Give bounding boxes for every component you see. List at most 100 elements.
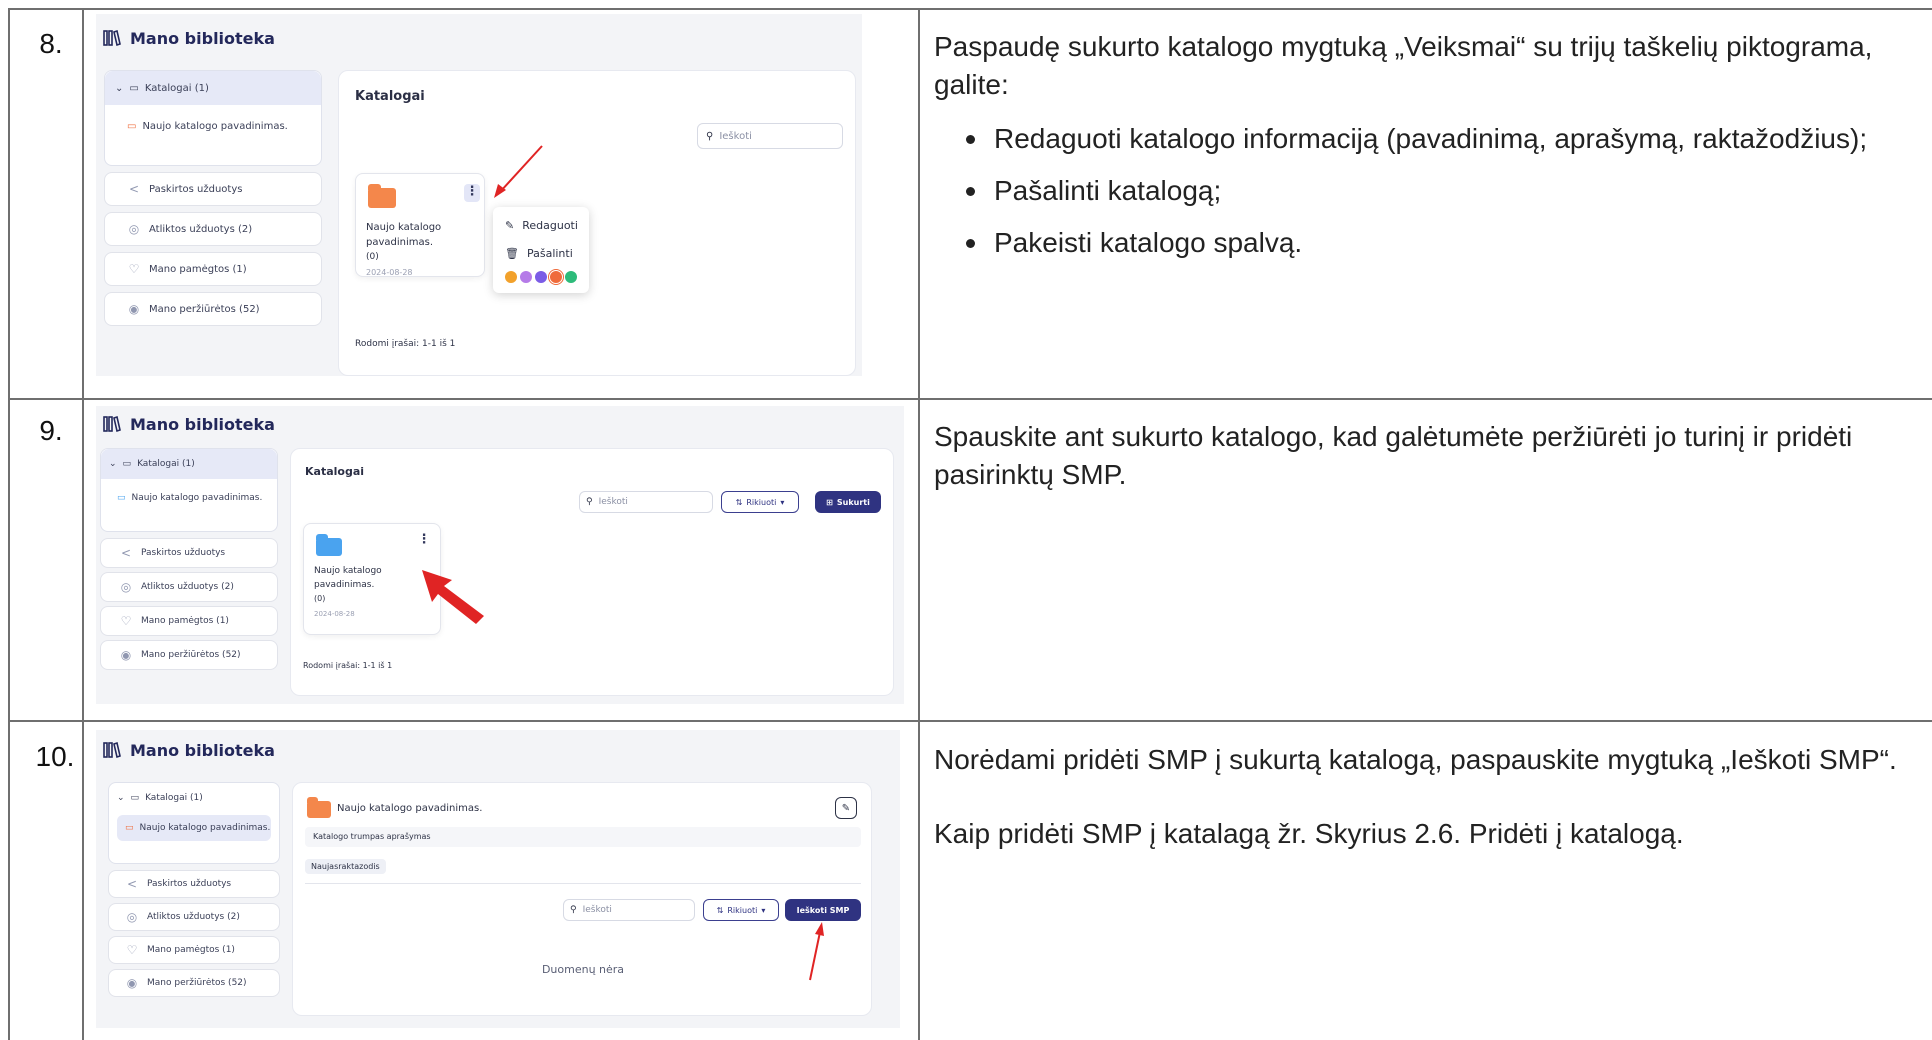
edit-button[interactable]: ✎ xyxy=(835,797,857,819)
share-icon: < xyxy=(120,546,132,560)
catalog-item-label: Naujo katalogo pavadinimas. xyxy=(142,121,288,132)
table-border-top xyxy=(8,8,1932,10)
heart-icon: ♡ xyxy=(128,262,140,276)
catalogs-group[interactable]: ⌄ ▭ Katalogai (1) ▭ Naujo katalogo pavad… xyxy=(108,782,280,864)
color-swatch[interactable] xyxy=(535,271,547,283)
divider xyxy=(305,883,861,884)
search-smp-button[interactable]: Ieškoti SMP xyxy=(785,899,861,921)
catalogs-header[interactable]: ⌄ ▭ Katalogai (1) xyxy=(109,783,279,803)
trash-icon: 🗑 xyxy=(505,247,519,260)
sort-button[interactable]: ⇅ Rikiuoti ▾ xyxy=(703,899,779,921)
sidebar-item-liked[interactable]: ♡ Mano pamėgtos (1) xyxy=(108,936,280,964)
library-header: Mano biblioteka xyxy=(102,28,275,48)
row-number: 10. xyxy=(35,741,75,772)
create-button[interactable]: ⊞ Sukurti xyxy=(815,491,881,513)
sidebar-item-viewed[interactable]: ◉ Mano peržiūrėtos (52) xyxy=(104,292,322,326)
list-item: Pašalinti katalogą; xyxy=(934,172,1924,210)
card-title: Naujo katalogo pavadinimas. xyxy=(314,564,382,592)
catalogs-label: Katalogai (1) xyxy=(145,793,203,803)
catalogs-group[interactable]: ⌄ ▭ Katalogai (1) ▭ Naujo katalogo pavad… xyxy=(100,448,278,532)
catalog-item[interactable]: ▭ Naujo katalogo pavadinimas. xyxy=(101,479,277,503)
instruction-table: 8. 9. 10. Paspaudę sukurto katalogo mygt… xyxy=(0,0,1932,1040)
pointer-arrow xyxy=(809,922,824,981)
sidebar-item-viewed[interactable]: ◉ Mano peržiūrėtos (52) xyxy=(100,640,278,670)
color-swatch[interactable] xyxy=(565,271,577,283)
card-title-line: pavadinimas. xyxy=(314,580,375,590)
sort-label: Rikiuoti xyxy=(746,497,777,507)
chevron-down-icon: ⌄ xyxy=(115,82,124,94)
library-header: Mano biblioteka xyxy=(102,740,275,760)
description-intro: Norėdami pridėti SMP į sukurtą katalogą,… xyxy=(934,744,1897,775)
search-input[interactable]: ⚲ Ieškoti xyxy=(579,491,713,513)
actions-menu: ✎ Redaguoti 🗑 Pašalinti xyxy=(493,207,589,293)
search-input[interactable]: ⚲ Ieškoti xyxy=(697,123,843,149)
search-input[interactable]: ⚲ Ieškoti xyxy=(563,899,695,921)
check-circle-icon: ◎ xyxy=(120,580,132,594)
menu-item-label: Pašalinti xyxy=(526,247,573,260)
card-date: 2024-08-28 xyxy=(366,268,413,277)
sort-icon: ⇅ xyxy=(735,497,743,507)
catalogs-header[interactable]: ⌄ ▭ Katalogai (1) xyxy=(101,449,277,479)
sidebar-item-label: Mano peržiūrėtos (52) xyxy=(141,650,241,660)
screenshot-catalog-list: Mano biblioteka ⌄ ▭ Katalogai (1) ▭ Nauj… xyxy=(96,406,904,704)
screenshot-actions-menu: Mano biblioteka ⌄ ▭ Katalogai (1) ▭ Nauj… xyxy=(96,14,862,376)
row-number: 8. xyxy=(39,28,63,59)
eye-icon: ◉ xyxy=(128,302,140,316)
plus-square-icon: ⊞ xyxy=(826,497,833,507)
pencil-icon: ✎ xyxy=(841,802,851,814)
sidebar-item-assigned[interactable]: < Paskirtos užduotys xyxy=(108,870,280,898)
catalogs-header[interactable]: ⌄ ▭ Katalogai (1) xyxy=(105,71,321,105)
sidebar-item-label: Paskirtos užduotys xyxy=(147,879,232,889)
sidebar-item-completed[interactable]: ◎ Atliktos užduotys (2) xyxy=(100,572,278,602)
pointer-arrow xyxy=(494,145,543,198)
chevron-down-icon: ▾ xyxy=(780,497,785,507)
sidebar-item-viewed[interactable]: ◉ Mano peržiūrėtos (52) xyxy=(108,969,280,997)
catalog-item-selected[interactable]: ▭ Naujo katalogo pavadinimas. xyxy=(117,815,271,841)
sidebar-item-completed[interactable]: ◎ Atliktos užduotys (2) xyxy=(104,212,322,246)
menu-item-edit[interactable]: ✎ Redaguoti xyxy=(505,219,578,232)
sidebar-item-assigned[interactable]: < Paskirtos užduotys xyxy=(100,538,278,568)
sidebar-item-label: Paskirtos užduotys xyxy=(141,548,226,558)
sort-button[interactable]: ⇅ Rikiuoti ▾ xyxy=(721,491,799,513)
sort-icon: ⇅ xyxy=(716,905,724,915)
description-note: Kaip pridėti SMP į katalagą žr. Skyrius … xyxy=(934,818,1684,849)
catalog-description: Katalogo trumpas aprašymas xyxy=(305,827,861,847)
search-placeholder: Ieškoti xyxy=(598,497,628,507)
catalog-detail-panel: Naujo katalogo pavadinimas. ✎ Katalogo t… xyxy=(292,782,872,1016)
catalog-item-label: Naujo katalogo pavadinimas. xyxy=(139,823,271,833)
card-date: 2024-08-28 xyxy=(314,610,355,618)
color-swatch[interactable] xyxy=(520,271,532,283)
table-border-col2 xyxy=(918,8,920,1040)
menu-item-delete[interactable]: 🗑 Pašalinti xyxy=(505,247,573,260)
more-actions-icon[interactable]: ⋮ xyxy=(464,184,480,202)
chevron-down-icon: ⌄ xyxy=(109,459,117,469)
sort-label: Rikiuoti xyxy=(727,905,758,915)
sidebar-item-label: Mano pamėgtos (1) xyxy=(147,945,235,955)
library-icon xyxy=(103,415,121,433)
sidebar-item-label: Mano peržiūrėtos (52) xyxy=(149,303,260,315)
catalog-item[interactable]: ▭ Naujo katalogo pavadinimas. xyxy=(105,105,321,132)
description-intro: Spauskite ant sukurto katalogo, kad galė… xyxy=(934,421,1853,490)
library-title: Mano biblioteka xyxy=(130,28,275,48)
color-swatch[interactable] xyxy=(505,271,517,283)
catalogs-group[interactable]: ⌄ ▭ Katalogai (1) ▭ Naujo katalogo pavad… xyxy=(104,70,322,166)
search-icon: ⚲ xyxy=(586,497,593,507)
sidebar-item-liked[interactable]: ♡ Mano pamėgtos (1) xyxy=(100,606,278,636)
catalog-card[interactable]: ⋮ Naujo katalogo pavadinimas. (0) 2024-08… xyxy=(355,173,485,277)
card-title: Naujo katalogo pavadinimas. xyxy=(366,220,441,250)
folder-icon: ▭ xyxy=(117,493,126,503)
more-actions-icon[interactable]: ⋮ xyxy=(416,532,432,548)
panel-title: Katalogai xyxy=(355,89,425,104)
sidebar-item-completed[interactable]: ◎ Atliktos užduotys (2) xyxy=(108,903,280,931)
library-header: Mano biblioteka xyxy=(102,414,275,434)
records-count: Rodomi įrašai: 1-1 iš 1 xyxy=(355,339,456,349)
chevron-down-icon: ▾ xyxy=(761,905,766,915)
card-title-line: pavadinimas. xyxy=(366,237,434,248)
sidebar-item-liked[interactable]: ♡ Mano pamėgtos (1) xyxy=(104,252,322,286)
sidebar-item-assigned[interactable]: < Paskirtos užduotys xyxy=(104,172,322,206)
folder-icon xyxy=(307,797,331,818)
library-icon xyxy=(103,741,121,759)
color-swatch[interactable] xyxy=(548,269,564,285)
row-number: 9. xyxy=(39,415,63,446)
list-item: Redaguoti katalogo informaciją (pavadini… xyxy=(934,120,1924,158)
